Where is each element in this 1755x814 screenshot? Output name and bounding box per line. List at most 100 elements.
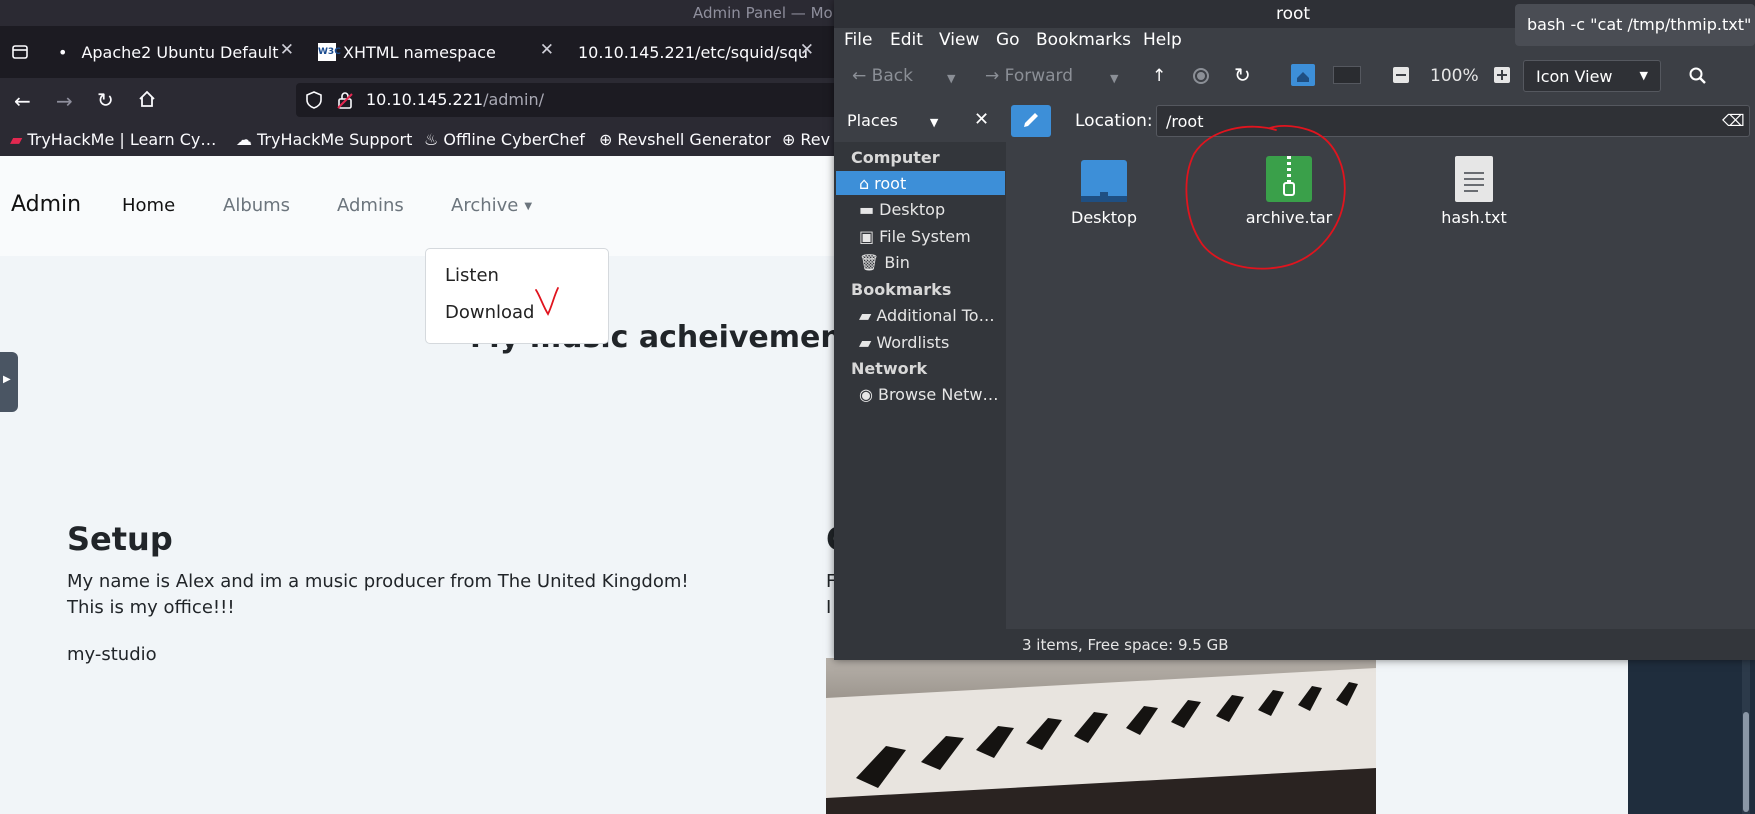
- site-brand[interactable]: Admin: [11, 192, 81, 217]
- dropdown-download[interactable]: Download: [445, 302, 534, 323]
- tab-squid[interactable]: 10.10.145.221/etc/squid/squ ✕: [578, 34, 814, 70]
- close-sidebar-icon[interactable]: ✕: [974, 109, 989, 130]
- sidebar-heading-computer: Computer: [851, 148, 940, 167]
- forward-arrow-icon[interactable]: →: [56, 89, 73, 113]
- menu-view[interactable]: View: [939, 30, 979, 50]
- home-folder-icon[interactable]: [1291, 64, 1315, 86]
- file-item-desktop[interactable]: Desktop: [1039, 160, 1169, 227]
- back-arrow-icon: ←: [852, 66, 867, 86]
- up-arrow-icon[interactable]: ↑: [1152, 66, 1166, 86]
- folder-icon: ▰: [859, 333, 872, 352]
- desktop-icon: ▬: [859, 200, 875, 219]
- sidebar-item-browse-network[interactable]: ◉ Browse Netw…: [859, 385, 998, 404]
- setup-text-1: My name is Alex and im a music producer …: [67, 571, 689, 592]
- back-arrow-icon[interactable]: ←: [14, 89, 31, 113]
- search-icon[interactable]: [1688, 66, 1708, 86]
- close-icon[interactable]: ✕: [800, 40, 814, 60]
- trash-icon: 🗑: [859, 253, 880, 272]
- nav-archive[interactable]: Archive ▼: [451, 195, 532, 216]
- back-history-dropdown-icon[interactable]: ▼: [947, 72, 955, 85]
- reload-icon[interactable]: ↻: [97, 88, 114, 112]
- cloud-icon: ☁: [236, 130, 252, 149]
- file-manager-title: root: [1276, 4, 1311, 24]
- network-globe-icon: ◉: [859, 385, 873, 404]
- drive-icon: ▣: [859, 227, 875, 246]
- sidebar-item-root[interactable]: ⌂ root: [859, 174, 906, 193]
- setup-tag: my-studio: [67, 644, 157, 665]
- sidebar-item-additional-tools[interactable]: ▰ Additional To…: [859, 306, 995, 325]
- home-icon: ⌂: [859, 174, 870, 193]
- menu-edit[interactable]: Edit: [890, 30, 923, 50]
- location-label: Location:: [1075, 111, 1153, 131]
- bookmark-tryhackme[interactable]: ▰ TryHackMe | Learn Cy…: [10, 130, 216, 149]
- chevron-down-icon: ▼: [929, 116, 939, 129]
- tab-xhtml[interactable]: W3C XHTML namespace ✕: [318, 34, 554, 70]
- globe-icon: ⊕: [599, 130, 613, 149]
- play-icon: ▶: [3, 374, 11, 385]
- sidebar-item-desktop[interactable]: ▬ Desktop: [859, 200, 945, 219]
- zoom-out-icon[interactable]: [1393, 67, 1409, 83]
- menu-file[interactable]: File: [844, 30, 872, 50]
- zoom-level: 100%: [1430, 66, 1479, 86]
- menu-bookmarks[interactable]: Bookmarks: [1036, 30, 1131, 50]
- shield-icon[interactable]: [305, 90, 323, 110]
- tooltip: bash -c "cat /tmp/thmip.txt": [1515, 4, 1755, 46]
- file-name: Desktop: [1071, 208, 1137, 227]
- bookmark-tryhackme-support[interactable]: ☁ TryHackMe Support: [236, 130, 412, 149]
- stop-icon[interactable]: [1193, 68, 1209, 84]
- sidebar-item-filesystem[interactable]: ▣ File System: [859, 227, 971, 246]
- tab-apache[interactable]: • Apache2 Ubuntu Default ✕: [58, 34, 294, 70]
- nav-admins[interactable]: Admins: [337, 195, 404, 216]
- zoom-in-icon[interactable]: [1494, 67, 1510, 83]
- dropdown-listen[interactable]: Listen: [445, 265, 499, 286]
- setup-heading: Setup: [67, 520, 173, 558]
- view-mode-select[interactable]: Icon View ▼: [1523, 60, 1661, 92]
- file-item-hash[interactable]: hash.txt: [1409, 156, 1539, 227]
- nav-archive-label: Archive: [451, 195, 519, 216]
- window-title: Admin Panel — Mo: [693, 4, 833, 22]
- tab-overview-icon[interactable]: [10, 42, 30, 62]
- scrollbar-thumb[interactable]: [1743, 712, 1749, 812]
- forward-history-dropdown-icon[interactable]: ▼: [1110, 72, 1118, 85]
- side-panel-handle[interactable]: ▶: [0, 352, 18, 412]
- circle-annotation: [1185, 125, 1346, 270]
- tryhackme-icon: ▰: [10, 130, 23, 149]
- chevron-down-icon: ▼: [1639, 69, 1648, 82]
- insecure-lock-icon[interactable]: [337, 90, 353, 110]
- tab-label: Apache2 Ubuntu Default: [81, 42, 279, 62]
- forward-button[interactable]: → Forward: [985, 66, 1073, 86]
- bookmark-cyberchef[interactable]: ♨ Offline CyberChef: [424, 130, 585, 149]
- tab-label: 10.10.145.221/etc/squid/squ: [578, 42, 809, 62]
- sidebar-heading-network: Network: [851, 359, 928, 378]
- sidebar-item-bin[interactable]: 🗑 Bin: [859, 253, 910, 272]
- sidebar-heading-bookmarks: Bookmarks: [851, 280, 952, 299]
- home-icon[interactable]: [137, 89, 157, 109]
- nav-home[interactable]: Home: [122, 195, 175, 216]
- caret-down-icon: ▼: [524, 200, 533, 212]
- bookmark-rev[interactable]: ⊕ Rev: [782, 130, 830, 149]
- url-host: 10.10.145.221: [366, 90, 484, 109]
- url-text[interactable]: 10.10.145.221/admin/: [366, 90, 544, 109]
- checkmark-annotation: [535, 287, 559, 316]
- sidebar-item-wordlists[interactable]: ▰ Wordlists: [859, 333, 949, 352]
- bookmark-revshell[interactable]: ⊕ Revshell Generator: [599, 130, 771, 149]
- edit-location-button[interactable]: [1011, 105, 1051, 137]
- back-button[interactable]: ← Back: [852, 66, 913, 86]
- view-mode-label: Icon View: [1536, 67, 1613, 86]
- menu-go[interactable]: Go: [996, 30, 1020, 50]
- chef-hat-icon: ♨: [424, 130, 439, 149]
- w3c-icon: W3C: [318, 43, 341, 61]
- folder-icon: [1081, 160, 1127, 202]
- menu-help[interactable]: Help: [1143, 30, 1182, 50]
- status-text: 3 items, Free space: 9.5 GB: [1022, 636, 1229, 654]
- tab-label: XHTML namespace: [343, 42, 496, 62]
- computer-icon[interactable]: [1333, 66, 1361, 84]
- file-name: hash.txt: [1441, 208, 1507, 227]
- places-selector[interactable]: Places ▼: [847, 111, 938, 130]
- close-icon[interactable]: ✕: [280, 40, 294, 60]
- clear-location-icon[interactable]: ⌫: [1722, 111, 1745, 130]
- reload-icon[interactable]: ↻: [1234, 63, 1251, 87]
- piano-image: [826, 658, 1376, 814]
- close-icon[interactable]: ✕: [540, 40, 554, 60]
- nav-albums[interactable]: Albums: [223, 195, 290, 216]
